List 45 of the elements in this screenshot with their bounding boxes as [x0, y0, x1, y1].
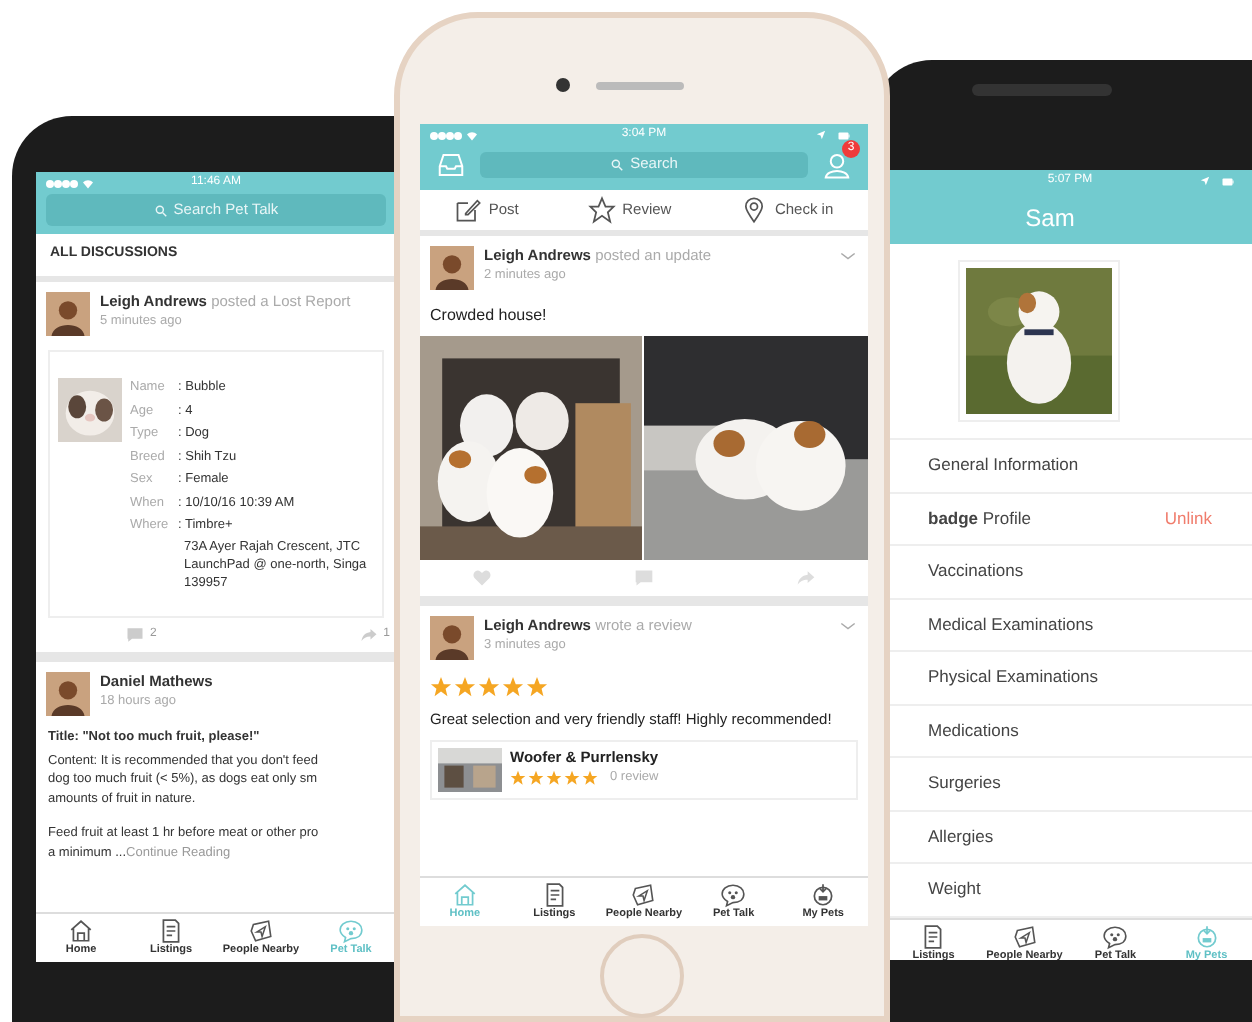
chat-bubble-icon [1102, 923, 1129, 949]
chat-bubble-icon [720, 882, 747, 908]
chat-bubble-icon [338, 918, 364, 944]
home-icon [451, 882, 478, 908]
wifi-icon [82, 177, 94, 189]
star-icon [502, 676, 524, 698]
home-button[interactable] [600, 934, 684, 1018]
inbox-icon [436, 149, 466, 179]
home-icon [68, 918, 94, 944]
search-icon [153, 203, 168, 217]
location-icon [815, 130, 826, 140]
camera [556, 78, 570, 92]
profile-icon [822, 149, 852, 179]
signal-icon [46, 179, 78, 187]
star-icon [478, 676, 500, 698]
avatar [430, 246, 474, 290]
speaker [596, 82, 684, 90]
share-icon [359, 625, 378, 643]
wifi-icon [466, 129, 478, 141]
avatar [430, 616, 474, 660]
location-icon [1199, 176, 1210, 186]
download-circle-icon [810, 882, 837, 908]
screen-title: Sam [1025, 202, 1075, 236]
document-icon [920, 923, 947, 949]
star-icon [526, 676, 548, 698]
signal-icon [430, 131, 462, 139]
document-icon [541, 882, 568, 908]
compass-icon [248, 918, 274, 944]
share-icon [796, 568, 816, 588]
document-icon [158, 918, 184, 944]
avatar [46, 292, 90, 336]
avatar [46, 671, 90, 715]
star-icon [454, 676, 476, 698]
search-icon [610, 157, 625, 171]
comment-icon [126, 625, 144, 643]
location-pin-icon [740, 196, 769, 224]
post-text: Crowded house! [428, 304, 549, 328]
comment-icon [634, 568, 654, 588]
star-icon [430, 676, 452, 698]
edit-icon [454, 196, 483, 224]
star-outline-icon [588, 196, 617, 224]
download-circle-icon [1193, 923, 1220, 949]
compass-icon [630, 882, 657, 908]
compass-icon [1011, 923, 1038, 949]
heart-icon [472, 568, 492, 588]
